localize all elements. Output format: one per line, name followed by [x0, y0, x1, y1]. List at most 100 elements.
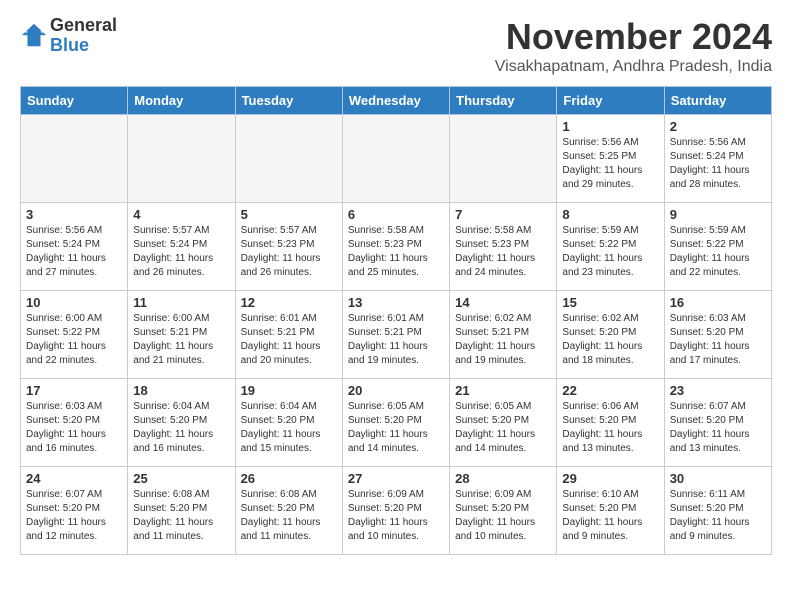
logo-general-text: General — [50, 16, 117, 36]
day-number: 10 — [26, 295, 122, 310]
day-number: 27 — [348, 471, 444, 486]
calendar-cell: 3 Sunrise: 5:56 AM Sunset: 5:24 PM Daylig… — [21, 203, 128, 291]
calendar-cell: 5Sunrise: 5:57 AM Sunset: 5:23 PM Daylig… — [235, 203, 342, 291]
day-number: 21 — [455, 383, 551, 398]
day-info: Sunrise: 6:00 AM Sunset: 5:22 PM Dayligh… — [26, 312, 122, 368]
calendar-cell: 24 Sunrise: 6:07 AM Sunset: 5:20 PM Dayli… — [21, 467, 128, 555]
calendar-cell: 2Sunrise: 5:56 AM Sunset: 5:24 PM Daylig… — [664, 115, 771, 203]
day-info: Sunrise: 6:10 AM Sunset: 5:20 PM Dayligh… — [562, 488, 658, 544]
day-number: 11 — [133, 295, 229, 310]
calendar-cell: 10 Sunrise: 6:00 AM Sunset: 5:22 PM Dayli… — [21, 291, 128, 379]
day-number: 18 — [133, 383, 229, 398]
day-number: 12 — [241, 295, 337, 310]
weekday-header-row: SundayMondayTuesdayWednesdayThursdayFrid… — [21, 87, 772, 115]
day-number: 29 — [562, 471, 658, 486]
month-title: November 2024 — [495, 16, 772, 58]
calendar-cell: 28Sunrise: 6:09 AM Sunset: 5:20 PM Dayli… — [450, 467, 557, 555]
day-number: 22 — [562, 383, 658, 398]
calendar-cell: 16Sunrise: 6:03 AM Sunset: 5:20 PM Dayli… — [664, 291, 771, 379]
week-row-3: 10 Sunrise: 6:00 AM Sunset: 5:22 PM Dayli… — [21, 291, 772, 379]
calendar-cell: 15 Sunrise: 6:02 AM Sunset: 5:20 PM Dayli… — [557, 291, 664, 379]
calendar-cell: 19 Sunrise: 6:04 AM Sunset: 5:20 PM Dayli… — [235, 379, 342, 467]
header: General Blue November 2024 Visakhapatnam… — [20, 16, 772, 76]
calendar-cell: 7 Sunrise: 5:58 AM Sunset: 5:23 PM Daylig… — [450, 203, 557, 291]
day-info: Sunrise: 6:03 AM Sunset: 5:20 PM Dayligh… — [670, 312, 766, 368]
day-number: 9 — [670, 207, 766, 222]
day-number: 13 — [348, 295, 444, 310]
calendar-cell — [128, 115, 235, 203]
week-row-2: 3 Sunrise: 5:56 AM Sunset: 5:24 PM Daylig… — [21, 203, 772, 291]
day-info: Sunrise: 6:08 AM Sunset: 5:20 PM Dayligh… — [241, 488, 337, 544]
day-info: Sunrise: 5:56 AM Sunset: 5:24 PM Dayligh… — [670, 136, 766, 192]
weekday-header-friday: Friday — [557, 87, 664, 115]
day-number: 1 — [562, 119, 658, 134]
day-info: Sunrise: 6:00 AM Sunset: 5:21 PM Dayligh… — [133, 312, 229, 368]
calendar-cell: 9 Sunrise: 5:59 AM Sunset: 5:22 PM Daylig… — [664, 203, 771, 291]
day-info: Sunrise: 6:03 AM Sunset: 5:20 PM Dayligh… — [26, 400, 122, 456]
calendar-cell: 22 Sunrise: 6:06 AM Sunset: 5:20 PM Dayli… — [557, 379, 664, 467]
calendar-cell — [342, 115, 449, 203]
day-number: 15 — [562, 295, 658, 310]
day-number: 4 — [133, 207, 229, 222]
logo-icon — [20, 22, 48, 50]
week-row-4: 17Sunrise: 6:03 AM Sunset: 5:20 PM Dayli… — [21, 379, 772, 467]
calendar-cell: 27 Sunrise: 6:09 AM Sunset: 5:20 PM Dayli… — [342, 467, 449, 555]
day-number: 14 — [455, 295, 551, 310]
calendar-cell: 8 Sunrise: 5:59 AM Sunset: 5:22 PM Daylig… — [557, 203, 664, 291]
day-info: Sunrise: 5:59 AM Sunset: 5:22 PM Dayligh… — [562, 224, 658, 280]
weekday-header-saturday: Saturday — [664, 87, 771, 115]
day-info: Sunrise: 5:59 AM Sunset: 5:22 PM Dayligh… — [670, 224, 766, 280]
weekday-header-wednesday: Wednesday — [342, 87, 449, 115]
calendar-cell — [450, 115, 557, 203]
day-info: Sunrise: 6:02 AM Sunset: 5:21 PM Dayligh… — [455, 312, 551, 368]
day-info: Sunrise: 6:09 AM Sunset: 5:20 PM Dayligh… — [348, 488, 444, 544]
calendar-cell: 18 Sunrise: 6:04 AM Sunset: 5:20 PM Dayli… — [128, 379, 235, 467]
day-info: Sunrise: 6:05 AM Sunset: 5:20 PM Dayligh… — [455, 400, 551, 456]
day-number: 3 — [26, 207, 122, 222]
calendar-cell: 20Sunrise: 6:05 AM Sunset: 5:20 PM Dayli… — [342, 379, 449, 467]
day-info: Sunrise: 6:08 AM Sunset: 5:20 PM Dayligh… — [133, 488, 229, 544]
week-row-1: 1 Sunrise: 5:56 AM Sunset: 5:25 PM Daylig… — [21, 115, 772, 203]
title-area: November 2024 Visakhapatnam, Andhra Prad… — [495, 16, 772, 76]
day-number: 7 — [455, 207, 551, 222]
calendar-cell: 29 Sunrise: 6:10 AM Sunset: 5:20 PM Dayli… — [557, 467, 664, 555]
day-info: Sunrise: 6:06 AM Sunset: 5:20 PM Dayligh… — [562, 400, 658, 456]
day-info: Sunrise: 6:01 AM Sunset: 5:21 PM Dayligh… — [348, 312, 444, 368]
day-info: Sunrise: 6:04 AM Sunset: 5:20 PM Dayligh… — [133, 400, 229, 456]
logo-text: General Blue — [50, 16, 117, 56]
calendar-cell: 11 Sunrise: 6:00 AM Sunset: 5:21 PM Dayli… — [128, 291, 235, 379]
weekday-header-monday: Monday — [128, 87, 235, 115]
day-info: Sunrise: 6:02 AM Sunset: 5:20 PM Dayligh… — [562, 312, 658, 368]
calendar-cell: 12Sunrise: 6:01 AM Sunset: 5:21 PM Dayli… — [235, 291, 342, 379]
day-info: Sunrise: 5:58 AM Sunset: 5:23 PM Dayligh… — [455, 224, 551, 280]
logo-blue-text: Blue — [50, 36, 117, 56]
calendar-cell: 25 Sunrise: 6:08 AM Sunset: 5:20 PM Dayli… — [128, 467, 235, 555]
day-info: Sunrise: 5:56 AM Sunset: 5:24 PM Dayligh… — [26, 224, 122, 280]
calendar-cell — [21, 115, 128, 203]
calendar-cell: 1 Sunrise: 5:56 AM Sunset: 5:25 PM Daylig… — [557, 115, 664, 203]
weekday-header-sunday: Sunday — [21, 87, 128, 115]
calendar-cell: 13 Sunrise: 6:01 AM Sunset: 5:21 PM Dayli… — [342, 291, 449, 379]
day-number: 24 — [26, 471, 122, 486]
weekday-header-tuesday: Tuesday — [235, 87, 342, 115]
day-number: 5 — [241, 207, 337, 222]
day-number: 19 — [241, 383, 337, 398]
day-info: Sunrise: 5:56 AM Sunset: 5:25 PM Dayligh… — [562, 136, 658, 192]
weekday-header-thursday: Thursday — [450, 87, 557, 115]
calendar-cell: 14 Sunrise: 6:02 AM Sunset: 5:21 PM Dayli… — [450, 291, 557, 379]
day-number: 8 — [562, 207, 658, 222]
day-number: 30 — [670, 471, 766, 486]
logo: General Blue — [20, 16, 117, 56]
day-info: Sunrise: 6:11 AM Sunset: 5:20 PM Dayligh… — [670, 488, 766, 544]
calendar-cell: 26Sunrise: 6:08 AM Sunset: 5:20 PM Dayli… — [235, 467, 342, 555]
day-info: Sunrise: 6:07 AM Sunset: 5:20 PM Dayligh… — [670, 400, 766, 456]
day-number: 20 — [348, 383, 444, 398]
calendar-cell: 21 Sunrise: 6:05 AM Sunset: 5:20 PM Dayli… — [450, 379, 557, 467]
day-number: 6 — [348, 207, 444, 222]
location-title: Visakhapatnam, Andhra Pradesh, India — [495, 58, 772, 76]
calendar-table: SundayMondayTuesdayWednesdayThursdayFrid… — [20, 86, 772, 555]
calendar-cell: 17Sunrise: 6:03 AM Sunset: 5:20 PM Dayli… — [21, 379, 128, 467]
day-info: Sunrise: 6:04 AM Sunset: 5:20 PM Dayligh… — [241, 400, 337, 456]
day-number: 25 — [133, 471, 229, 486]
day-info: Sunrise: 6:07 AM Sunset: 5:20 PM Dayligh… — [26, 488, 122, 544]
